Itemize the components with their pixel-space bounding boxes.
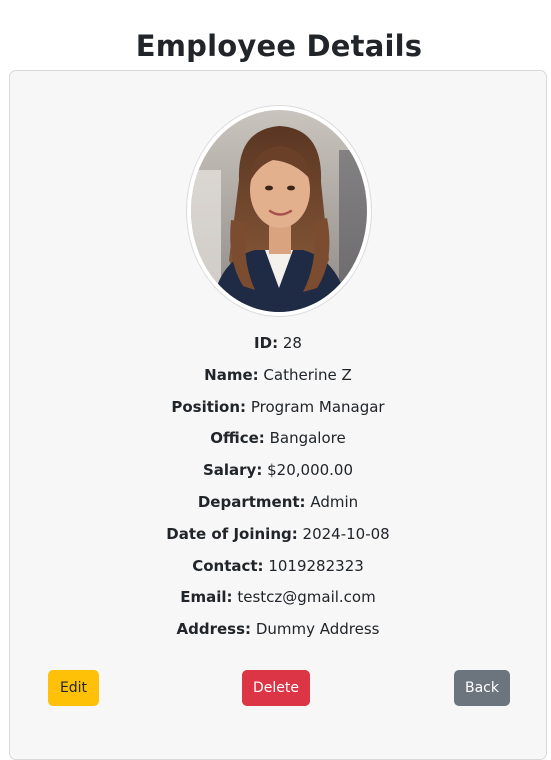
detail-label: Address:	[176, 620, 252, 639]
delete-button[interactable]: Delete	[242, 670, 310, 706]
detail-label: Salary:	[202, 461, 263, 480]
detail-label: Contact:	[192, 556, 264, 575]
detail-label: ID:	[254, 334, 279, 352]
detail-label: Date of Joining:	[166, 524, 298, 543]
detail-label: Department:	[197, 492, 306, 511]
detail-value: Bangalore	[269, 429, 346, 448]
detail-label: Office:	[210, 429, 265, 448]
detail-value: 2024-10-08	[302, 524, 390, 543]
detail-value: Catherine Z	[263, 365, 352, 384]
detail-value: Admin	[310, 492, 359, 511]
avatar-frame	[186, 105, 372, 317]
detail-value: 28	[282, 334, 302, 352]
detail-value: testcz@gmail.com	[237, 588, 376, 607]
detail-salary: Salary: $20,000.00	[10, 460, 546, 480]
detail-value: Dummy Address	[255, 620, 380, 639]
detail-value: 1019282323	[268, 556, 364, 575]
detail-department: Department: Admin	[10, 492, 546, 512]
detail-position: Position: Program Managar	[10, 397, 546, 417]
employee-photo-illustration	[191, 110, 367, 312]
detail-value: $20,000.00	[267, 461, 354, 480]
edit-button[interactable]: Edit	[48, 670, 99, 706]
detail-address: Address: Dummy Address	[10, 619, 546, 639]
back-button[interactable]: Back	[454, 670, 510, 706]
employee-avatar	[191, 110, 367, 312]
detail-name: Name: Catherine Z	[10, 365, 546, 385]
detail-value: Program Managar	[250, 397, 385, 416]
detail-id: ID: 28	[10, 333, 546, 353]
detail-office: Office: Bangalore	[10, 428, 546, 448]
employee-card: ID: 28 Name: Catherine Z Position: Progr…	[9, 70, 547, 760]
detail-email: Email: testcz@gmail.com	[10, 587, 546, 607]
detail-label: Email:	[180, 588, 233, 607]
detail-label: Position:	[171, 397, 247, 416]
employee-details: ID: 28 Name: Catherine Z Position: Progr…	[10, 333, 546, 651]
detail-date-of-joining: Date of Joining: 2024-10-08	[10, 524, 546, 544]
detail-contact: Contact: 1019282323	[10, 556, 546, 576]
detail-label: Name:	[204, 365, 259, 384]
page-title: Employee Details	[135, 29, 423, 64]
